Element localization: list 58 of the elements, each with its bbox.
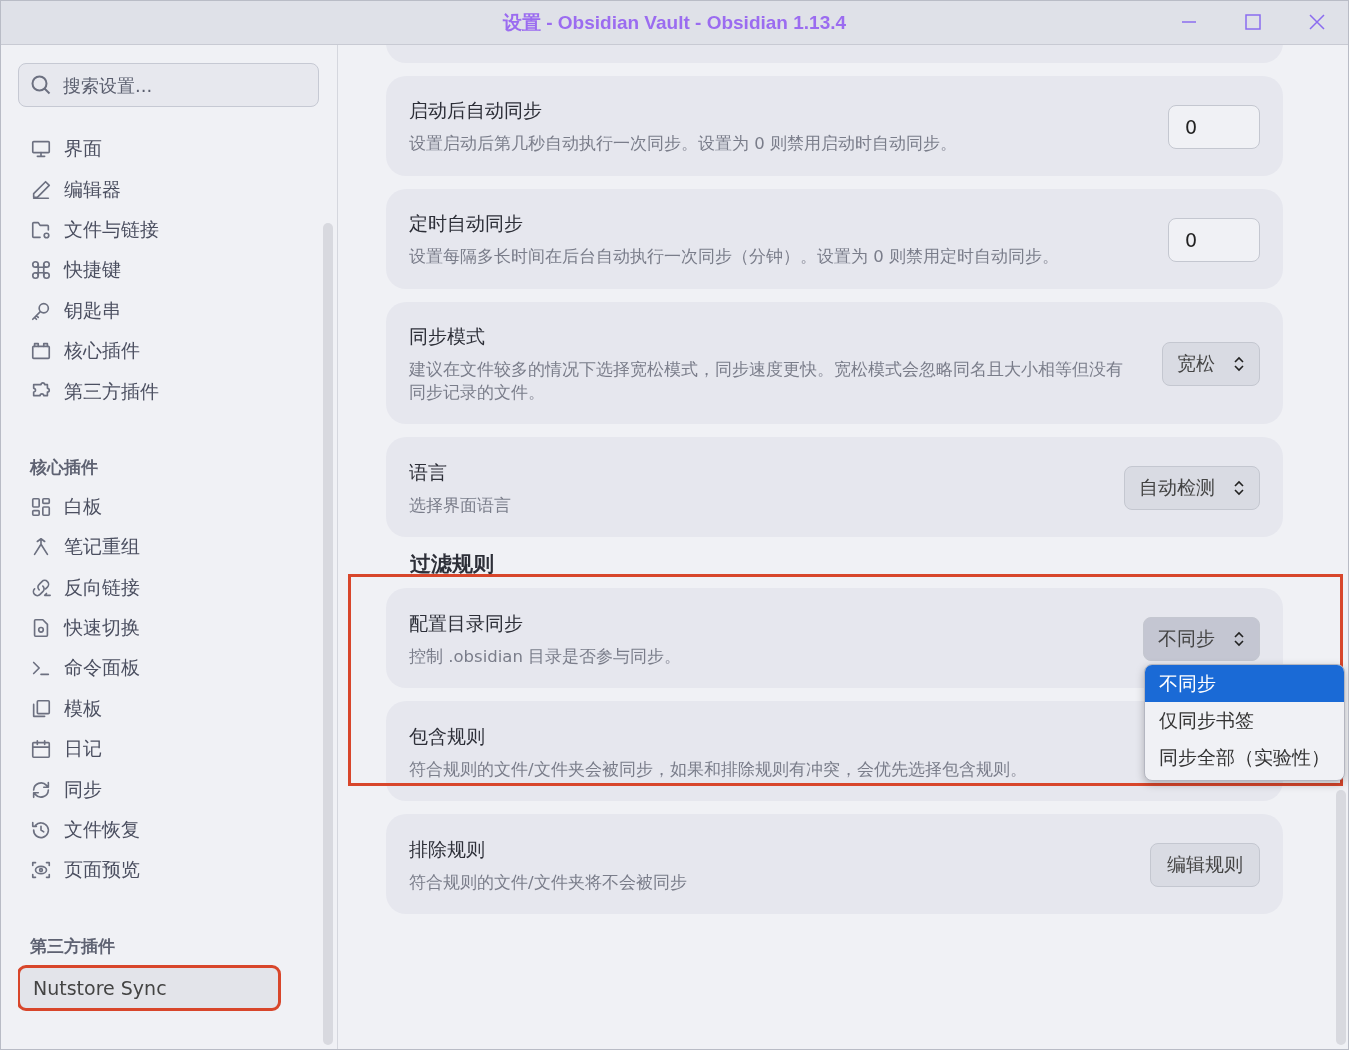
sidebar-item[interactable]: 快速切换 bbox=[18, 607, 302, 649]
setting-title: 启动后自动同步 bbox=[409, 98, 543, 124]
pen-icon bbox=[30, 178, 52, 201]
sidebar-item[interactable]: 核心插件 bbox=[18, 330, 302, 372]
chevron-icon bbox=[1233, 356, 1245, 373]
setting-description: 符合规则的文件/文件夹会被同步，如果和排除规则有冲突，会优先选择包含规则。 bbox=[409, 758, 1028, 781]
sidebar-item[interactable]: 页面预览 bbox=[18, 850, 302, 891]
number-input[interactable]: 0 bbox=[1168, 105, 1260, 149]
setting-title: 包含规则 bbox=[409, 723, 486, 749]
menu-option[interactable]: 同步全部（实验性） bbox=[1145, 739, 1344, 777]
setting-title: 定时自动同步 bbox=[409, 211, 524, 237]
sidebar-item[interactable]: 文件恢复 bbox=[18, 809, 302, 851]
chevron-icon bbox=[1233, 480, 1245, 497]
sidebar-item[interactable]: 日记 bbox=[18, 729, 302, 770]
sidebar-item[interactable]: Nutstore Sync bbox=[18, 965, 280, 1010]
number-input[interactable]: 0 bbox=[1168, 218, 1260, 262]
copy-icon bbox=[30, 697, 52, 720]
sidebar-item[interactable]: 钥匙串 bbox=[18, 290, 302, 331]
action-button[interactable]: 编辑规则 bbox=[1150, 843, 1260, 888]
sidebar-item[interactable]: 白板 bbox=[18, 486, 302, 528]
command-icon bbox=[30, 259, 52, 282]
dropdown[interactable]: 自动检测 bbox=[1124, 466, 1260, 511]
maximize-icon[interactable] bbox=[1245, 14, 1261, 30]
calendar-icon bbox=[30, 738, 52, 761]
close-icon[interactable] bbox=[1308, 13, 1326, 31]
setting-title: 同步模式 bbox=[409, 324, 486, 349]
setting-title: 配置目录同步 bbox=[409, 610, 524, 636]
sidebar-item[interactable]: 模板 bbox=[18, 688, 302, 730]
scrollbar[interactable] bbox=[1336, 790, 1346, 1045]
dropdown[interactable]: 宽松 bbox=[1162, 342, 1260, 387]
section-heading: 第三方插件 bbox=[30, 934, 116, 958]
scrollbar[interactable] bbox=[323, 223, 333, 1045]
search-field[interactable]: 搜索设置... bbox=[18, 63, 319, 107]
setting-title: 语言 bbox=[409, 459, 448, 485]
sidebar-item[interactable]: 第三方插件 bbox=[18, 371, 302, 412]
setting-description: 选择界面语言 bbox=[409, 494, 512, 517]
section-heading: 核心插件 bbox=[30, 455, 99, 479]
menu-option[interactable]: 不同步 bbox=[1145, 665, 1344, 703]
chevron-icon bbox=[1233, 631, 1245, 648]
sidebar-item[interactable]: 快捷键 bbox=[18, 250, 302, 291]
sidebar-item[interactable]: 反向链接 bbox=[18, 567, 302, 608]
sidebar-item[interactable]: 笔记重组 bbox=[18, 527, 302, 568]
grid-icon bbox=[30, 495, 52, 518]
setting-description: 建议在文件较多的情况下选择宽松模式，同步速度更快。宽松模式会忽略同名且大小相等但没有同步记录的文件。 bbox=[409, 359, 1124, 405]
window-title: 设置 - Obsidian Vault - Obsidian 1.13.4 bbox=[502, 10, 847, 35]
menu-option[interactable]: 仅同步书签 bbox=[1145, 702, 1344, 740]
setting-description: 符合规则的文件/文件夹将不会被同步 bbox=[409, 871, 688, 894]
setting-description: 设置启动后第几秒自动执行一次同步。设置为 0 则禁用启动时自动同步。 bbox=[409, 133, 958, 156]
section-heading: 过滤规则 bbox=[410, 551, 495, 579]
sidebar-item[interactable]: 编辑器 bbox=[18, 169, 302, 210]
setting-description: 设置每隔多长时间在后台自动执行一次同步（分钟）。设置为 0 则禁用定时自动同步。 bbox=[409, 246, 1060, 269]
sidebar-item[interactable]: 界面 bbox=[18, 129, 302, 170]
setting-description: 控制 .obsidian 目录是否参与同步。 bbox=[409, 645, 683, 668]
search-icon bbox=[30, 74, 52, 96]
setting-title: 排除规则 bbox=[409, 836, 486, 862]
sidebar-item[interactable]: 命令面板 bbox=[18, 648, 302, 689]
sidebar-item[interactable]: 文件与链接 bbox=[18, 209, 302, 251]
sidebar-item[interactable]: 同步 bbox=[18, 769, 302, 810]
